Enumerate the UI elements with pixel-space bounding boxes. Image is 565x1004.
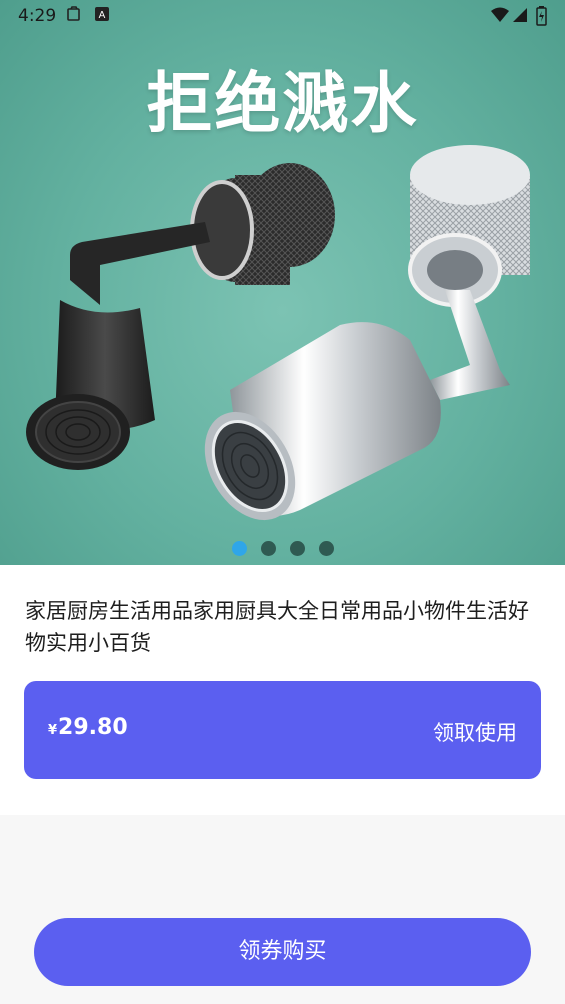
currency-symbol: ¥ <box>48 723 58 738</box>
font-a-icon: A <box>95 6 109 26</box>
pagination-dot-3[interactable] <box>289 541 305 556</box>
product-info-card: 家居厨房生活用品家用厨具大全日常用品小物件生活好物实用小百货 ¥29.80 领取… <box>0 565 565 815</box>
wifi-icon <box>490 6 510 29</box>
claim-coupon-button[interactable]: 领取使用 <box>433 717 517 747</box>
battery-icon <box>536 6 547 31</box>
status-bar: 4:29 A <box>0 0 565 32</box>
coupon-price: ¥29.80 <box>48 715 128 740</box>
status-time: 4:29 <box>18 6 57 26</box>
product-title: 家居厨房生活用品家用厨具大全日常用品小物件生活好物实用小百货 <box>25 599 529 655</box>
pagination-dot-4[interactable] <box>318 541 334 556</box>
signal-icon <box>512 6 528 29</box>
coupon-card[interactable]: ¥29.80 领取使用 <box>24 681 541 779</box>
price-value: 29.80 <box>58 715 128 740</box>
buy-with-coupon-button[interactable]: 领券购买 <box>34 918 531 986</box>
faucet-aerator-image <box>26 145 530 521</box>
pagination-dot-2[interactable] <box>260 541 276 556</box>
banner-pagination[interactable] <box>0 541 565 560</box>
svg-text:A: A <box>99 10 106 21</box>
clipboard-icon <box>66 6 82 27</box>
pagination-dot-1[interactable] <box>231 541 247 556</box>
product-banner[interactable]: 4:29 A 拒绝溅水 <box>0 0 565 565</box>
